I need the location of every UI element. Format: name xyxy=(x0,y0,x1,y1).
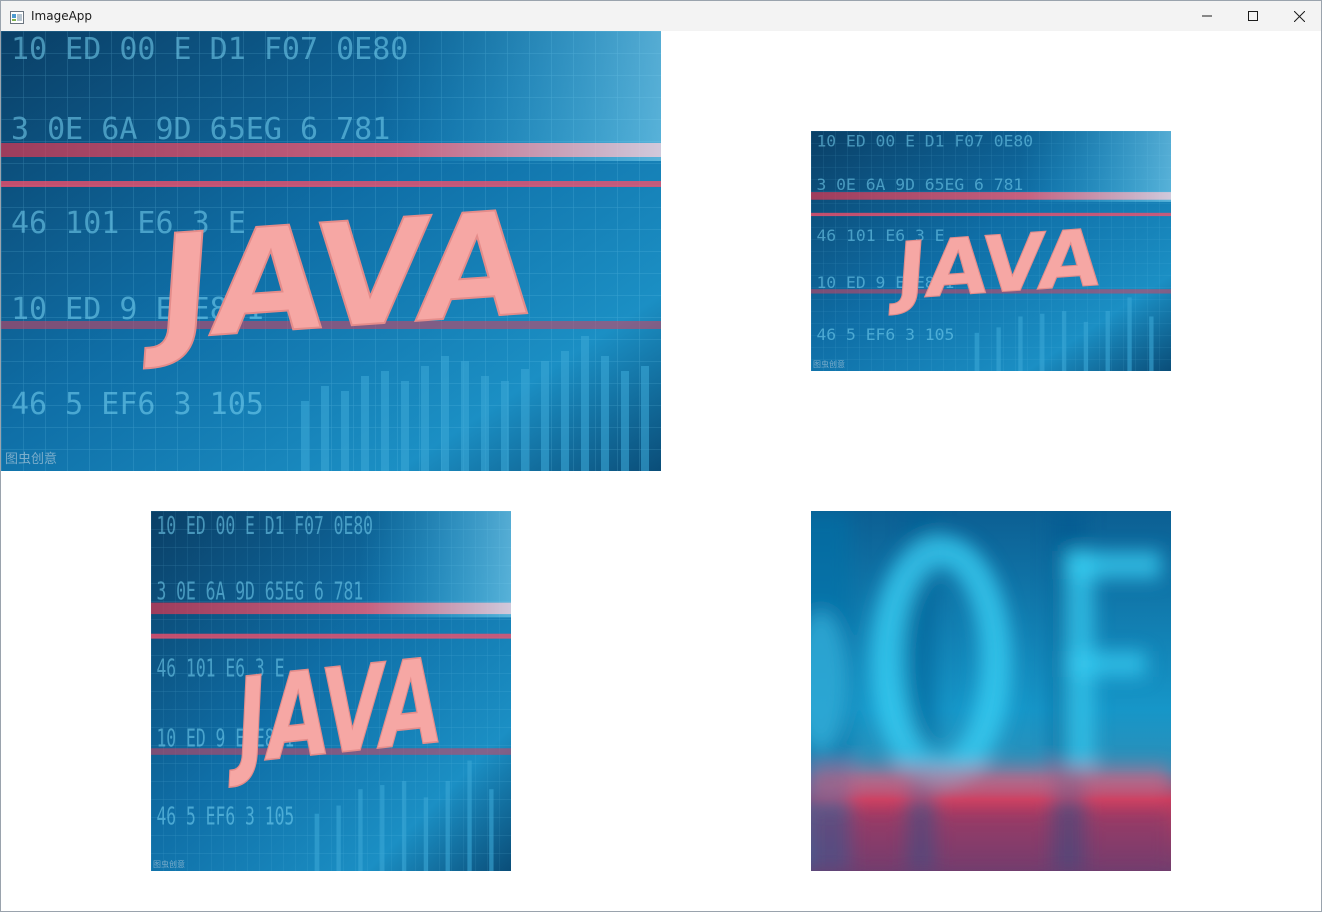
svg-text:46 5 EF6 3 105: 46 5 EF6 3 105 xyxy=(816,325,954,344)
svg-text:46 5 EF6 3 105: 46 5 EF6 3 105 xyxy=(11,387,264,422)
app-window: ImageApp 10 ED 00 E D1 F07 0E80 3 0E 6A … xyxy=(0,0,1322,912)
close-button[interactable] xyxy=(1276,1,1321,31)
svg-text:10 ED 00 E D1 F07 0E80: 10 ED 00 E D1 F07 0E80 xyxy=(11,32,408,67)
java-image-scaled: 10 ED 00 E D1 F07 0E80 3 0E 6A 9D 65EG 6… xyxy=(811,131,1171,371)
maximize-button[interactable] xyxy=(1230,1,1276,31)
svg-text:46 5 EF6 3 105: 46 5 EF6 3 105 xyxy=(156,802,294,830)
window-title: ImageApp xyxy=(31,9,93,23)
java-image-square: 10 ED 00 E D1 F07 0E80 3 0E 6A 9D 65EG 6… xyxy=(151,511,511,871)
svg-text:3 0E 6A 9D 65EG 6 781: 3 0E 6A 9D 65EG 6 781 xyxy=(816,175,1023,194)
window-icon xyxy=(10,9,24,24)
watermark: 图虫创意 xyxy=(5,452,58,467)
svg-text:3 0E 6A 9D 65EG 6 781: 3 0E 6A 9D 65EG 6 781 xyxy=(156,577,363,605)
svg-text:10 ED 00 E D1 F07 0E80: 10 ED 00 E D1 F07 0E80 xyxy=(816,131,1033,150)
minimize-icon xyxy=(1202,15,1212,17)
svg-text:10 ED 00 E D1 F07 0E80: 10 ED 00 E D1 F07 0E80 xyxy=(156,512,373,540)
watermark: 图虫创意 xyxy=(813,360,845,369)
java-image-blurred-crop xyxy=(811,511,1171,871)
close-icon xyxy=(1293,10,1305,22)
minimize-button[interactable] xyxy=(1184,1,1230,31)
svg-text:3 0E 6A 9D 65EG 6 781: 3 0E 6A 9D 65EG 6 781 xyxy=(11,112,390,147)
java-image-original: 10 ED 00 E D1 F07 0E80 3 0E 6A 9D 65EG 6… xyxy=(1,31,661,471)
java-word: JAVA xyxy=(888,211,1104,318)
maximize-icon xyxy=(1248,11,1258,21)
image-canvas: 10 ED 00 E D1 F07 0E80 3 0E 6A 9D 65EG 6… xyxy=(1,31,1321,911)
title-bar[interactable]: ImageApp xyxy=(1,1,1321,32)
java-word: JAVA xyxy=(229,632,444,792)
java-word: JAVA xyxy=(143,180,538,374)
watermark: 图虫创意 xyxy=(153,860,185,869)
